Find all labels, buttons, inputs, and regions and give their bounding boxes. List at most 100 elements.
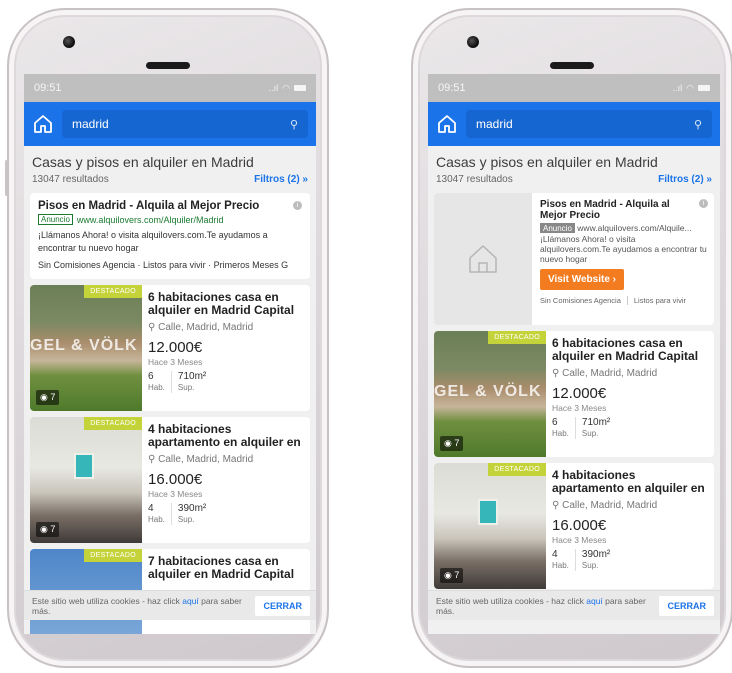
screen: 09:51 ..ıl ◠ madrid ⚲ Casas y pisos en a…: [24, 74, 316, 634]
location-icon: ⚲: [148, 322, 156, 333]
app-bar: madrid ⚲: [24, 102, 316, 146]
featured-badge: DESTACADO: [84, 417, 142, 430]
listing-time: Hace 3 Meses: [552, 535, 607, 545]
status-bar: 09:51 ..ıl ◠: [428, 74, 720, 102]
display-ad[interactable]: i Pisos en Madrid - Alquila al Mejor Pre…: [434, 193, 714, 325]
listing-title[interactable]: 6 habitaciones casa en alquiler en Madri…: [552, 337, 708, 363]
spec-area: 710m² Sup.: [170, 371, 212, 393]
listing-title[interactable]: 4 habitaciones apartamento en alquiler e…: [552, 469, 708, 495]
location-icon: ⚲: [552, 500, 560, 511]
ad-title[interactable]: Pisos en Madrid - Alquila al Mejor Preci…: [38, 200, 302, 212]
listing-title[interactable]: 7 habitaciones casa en alquiler en Madri…: [148, 555, 304, 581]
listing-address: ⚲ Calle, Madrid, Madrid: [552, 368, 658, 379]
divider: [626, 296, 628, 305]
listing-photo[interactable]: GEL & VÖLK DESTACADO ◉ 7: [434, 331, 546, 457]
front-camera: [467, 36, 479, 48]
spec-area: 390m² Sup.: [170, 503, 212, 525]
featured-badge: DESTACADO: [488, 331, 546, 344]
front-camera: [63, 36, 75, 48]
cookie-more-link[interactable]: aquí: [182, 596, 199, 606]
listing-time: Hace 3 Meses: [148, 357, 203, 367]
search-icon[interactable]: ⚲: [290, 118, 298, 131]
spec-rooms: 4 Hab.: [552, 549, 569, 570]
home-button[interactable]: [32, 113, 54, 135]
camera-icon: ◉: [444, 438, 452, 448]
ad-url[interactable]: www.alquilovers.com/Alquiler/Madrid: [77, 215, 224, 225]
listing-title[interactable]: 6 habitaciones casa en alquiler en Madri…: [148, 291, 304, 317]
search-input[interactable]: madrid ⚲: [62, 110, 308, 138]
listing-card[interactable]: GEL & VÖLK DESTACADO ◉ 7 6 habitaciones …: [434, 331, 714, 457]
text-ad[interactable]: i Pisos en Madrid - Alquila al Mejor Pre…: [30, 193, 310, 279]
location-icon: ⚲: [552, 368, 560, 379]
battery-icon: [294, 85, 306, 91]
spec-rooms: 4 Hab.: [148, 503, 165, 524]
results-count: 13047 resultados: [32, 174, 109, 185]
camera-icon: ◉: [40, 524, 48, 534]
photo-count: ◉ 7: [440, 436, 464, 451]
status-icons: ..ıl ◠: [269, 83, 306, 94]
painting-decor: [74, 453, 94, 479]
home-icon: [34, 115, 52, 133]
cookie-banner: Este sitio web utiliza cookies - haz cli…: [24, 590, 316, 620]
results-header: Casas y pisos en alquiler en Madrid 1304…: [428, 146, 720, 189]
wifi-icon: ◠: [686, 82, 694, 93]
listing-card[interactable]: DESTACADO ◉ 7 4 habitaciones apartamento…: [434, 463, 714, 589]
ad-title[interactable]: Pisos en Madrid - Alquila al Mejor Preci…: [540, 199, 708, 221]
camera-icon: ◉: [40, 392, 48, 402]
status-time: 09:51: [34, 82, 62, 94]
listing-card[interactable]: DESTACADO ◉ 7 4 habitaciones apartamento…: [30, 417, 310, 543]
ad-sitelink[interactable]: Sin Comisiones Agencia: [540, 296, 621, 305]
phone-right: 09:51 ..ıl ◠ madrid ⚲ Casas y pisos en a…: [411, 8, 732, 668]
ad-badge: Anuncio: [540, 223, 575, 233]
featured-badge: DESTACADO: [84, 285, 142, 298]
ad-sitelinks[interactable]: Sin Comisiones Agencia · Listos para viv…: [38, 259, 302, 272]
app-bar: madrid ⚲: [428, 102, 720, 146]
search-value: madrid: [476, 117, 513, 131]
spec-rooms: 6 Hab.: [148, 371, 165, 392]
filters-link[interactable]: Filtros (2) »: [658, 174, 712, 185]
cookie-more-link[interactable]: aquí: [586, 596, 603, 606]
ad-badge: Anuncio: [38, 214, 73, 225]
close-cookie-button[interactable]: CERRAR: [659, 595, 714, 616]
search-icon[interactable]: ⚲: [694, 118, 702, 131]
signal-icon: ..ıl: [672, 83, 683, 93]
photo-watermark: GEL & VÖLK: [30, 337, 138, 354]
home-button[interactable]: [436, 113, 458, 135]
page-title: Casas y pisos en alquiler en Madrid: [436, 154, 658, 170]
home-placeholder-icon: [469, 245, 497, 273]
search-input[interactable]: madrid ⚲: [466, 110, 712, 138]
results-count: 13047 resultados: [436, 174, 513, 185]
cookie-text: Este sitio web utiliza cookies - haz cli…: [32, 595, 242, 616]
ad-sitelink[interactable]: Listos para vivir: [634, 296, 686, 305]
listing-price: 12.000€: [148, 339, 203, 356]
ad-image-placeholder[interactable]: [434, 193, 532, 325]
listing-title[interactable]: 4 habitaciones apartamento en alquiler e…: [148, 423, 304, 449]
photo-watermark: GEL & VÖLK: [434, 383, 542, 400]
photo-count: ◉ 7: [440, 568, 464, 583]
featured-badge: DESTACADO: [488, 463, 546, 476]
earpiece-speaker: [550, 62, 594, 69]
info-icon[interactable]: i: [699, 199, 708, 208]
visit-website-button[interactable]: Visit Website ›: [540, 269, 624, 290]
volume-button: [5, 160, 8, 196]
listing-photo[interactable]: DESTACADO ◉ 7: [434, 463, 546, 589]
status-icons: ..ıl ◠: [673, 83, 710, 94]
listing-time: Hace 3 Meses: [148, 489, 203, 499]
cookie-banner: Este sitio web utiliza cookies - haz cli…: [428, 590, 720, 620]
location-icon: ⚲: [148, 454, 156, 465]
results-header: Casas y pisos en alquiler en Madrid 1304…: [24, 146, 316, 189]
info-icon[interactable]: i: [293, 201, 302, 210]
listing-photo[interactable]: GEL & VÖLK DESTACADO ◉ 7: [30, 285, 142, 411]
filters-link[interactable]: Filtros (2) »: [254, 174, 308, 185]
listing-price: 12.000€: [552, 385, 607, 402]
screen: 09:51 ..ıl ◠ madrid ⚲ Casas y pisos en a…: [428, 74, 720, 634]
listing-card[interactable]: GEL & VÖLK DESTACADO ◉ 7 6 habitaciones …: [30, 285, 310, 411]
ad-url-line[interactable]: Anuncio www.alquilovers.com/Alquile...: [540, 223, 708, 233]
spec-rooms: 6 Hab.: [552, 417, 569, 438]
listing-address: ⚲ Calle, Madrid, Madrid: [148, 322, 254, 333]
close-cookie-button[interactable]: CERRAR: [255, 595, 310, 616]
listing-price: 16.000€: [552, 517, 607, 534]
listing-photo[interactable]: DESTACADO ◉ 7: [30, 417, 142, 543]
listing-address: ⚲ Calle, Madrid, Madrid: [148, 454, 254, 465]
status-time: 09:51: [438, 82, 466, 94]
